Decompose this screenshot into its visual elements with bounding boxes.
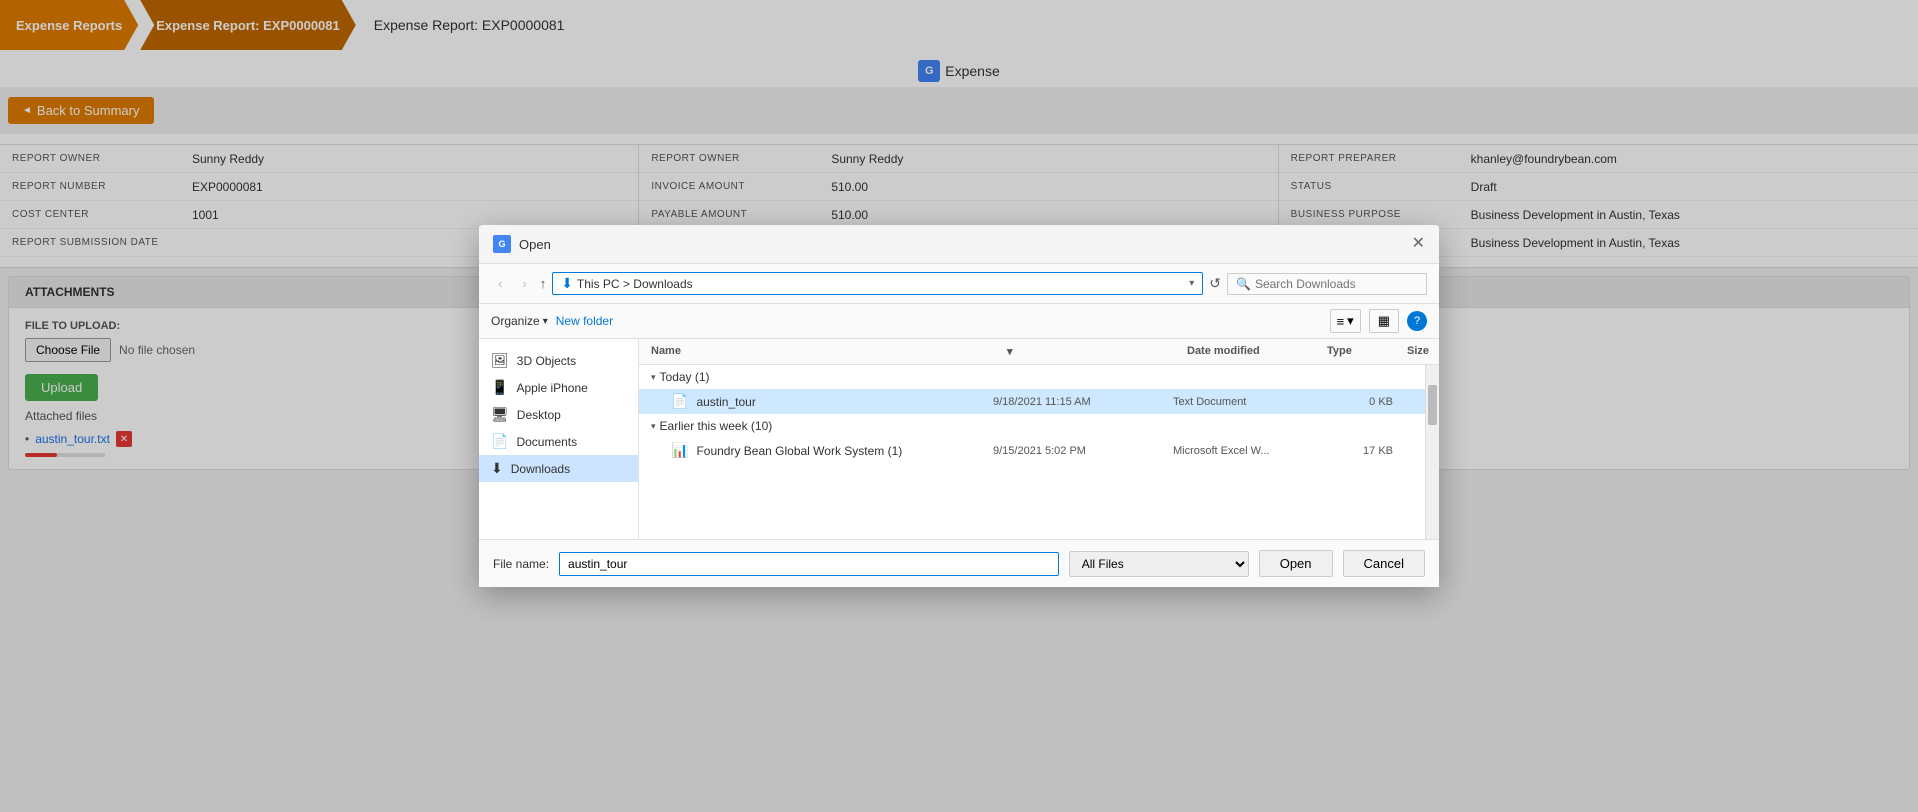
open-button[interactable]: Open: [1259, 550, 1333, 577]
documents-icon: 📄: [491, 433, 508, 450]
help-button[interactable]: ?: [1407, 311, 1427, 331]
3d-objects-icon: 🖼: [491, 352, 509, 369]
file-group-earlier[interactable]: ▾ Earlier this week (10): [639, 414, 1425, 438]
file-size: 0 KB: [1313, 396, 1393, 408]
col-header-type: Type: [1327, 345, 1407, 358]
filetype-select[interactable]: All Files: [1069, 551, 1249, 577]
col-header-size: Size: [1407, 345, 1427, 358]
sidebar-item-apple-iphone[interactable]: 📱 Apple iPhone: [479, 374, 638, 401]
file-dialog: G Open ✕ ‹ › ↑ ⬇ This PC > Downloads ▾ ↺…: [479, 225, 1439, 587]
dialog-overlay: G Open ✕ ‹ › ↑ ⬇ This PC > Downloads ▾ ↺…: [0, 0, 1918, 812]
sidebar-item-downloads[interactable]: ⬇ Downloads: [479, 455, 638, 482]
address-icon: ⬇: [561, 275, 573, 292]
view-icon: ≡: [1337, 314, 1345, 329]
chevron-down-icon: ▾: [651, 372, 656, 383]
dialog-title-icon: G: [493, 235, 511, 253]
file-type: Text Document: [1173, 396, 1313, 408]
dialog-toolbar2: Organize New folder ≡ ▾ ▦ ?: [479, 304, 1439, 339]
dialog-footer: File name: All Files Open Cancel: [479, 539, 1439, 587]
nav-up-button[interactable]: ↑: [540, 276, 547, 291]
address-path: This PC > Downloads: [577, 277, 1185, 291]
downloads-icon: ⬇: [491, 460, 503, 477]
col-header-name: Name: [651, 345, 1007, 358]
address-dropdown-icon: ▾: [1189, 278, 1194, 289]
view-dropdown-icon: ▾: [1347, 313, 1354, 329]
nav-forward-button[interactable]: ›: [515, 272, 533, 295]
table-row[interactable]: 📊 Foundry Bean Global Work System (1) 9/…: [639, 438, 1425, 463]
dialog-close-button[interactable]: ✕: [1412, 236, 1425, 252]
cancel-button[interactable]: Cancel: [1343, 550, 1425, 577]
pane-icon: ▦: [1378, 313, 1390, 328]
nav-back-button[interactable]: ‹: [491, 272, 509, 295]
dialog-file-area: Name ▾ Date modified Type Size ▾ Today (…: [639, 339, 1439, 539]
dialog-sidebar: 🖼 3D Objects 📱 Apple iPhone 🖥 Desktop 📄 …: [479, 339, 639, 539]
table-row[interactable]: 📄 austin_tour 9/18/2021 11:15 AM Text Do…: [639, 389, 1425, 414]
sidebar-item-desktop[interactable]: 🖥 Desktop: [479, 401, 638, 428]
file-name: 📊 Foundry Bean Global Work System (1): [671, 442, 993, 459]
file-type: Microsoft Excel W...: [1173, 445, 1313, 457]
file-date: 9/18/2021 11:15 AM: [993, 396, 1173, 408]
filename-label: File name:: [493, 557, 549, 571]
new-folder-button[interactable]: New folder: [556, 314, 613, 328]
scrollbar-vertical[interactable]: [1425, 365, 1439, 539]
dialog-body: 🖼 3D Objects 📱 Apple iPhone 🖥 Desktop 📄 …: [479, 339, 1439, 539]
dialog-toolbar: ‹ › ↑ ⬇ This PC > Downloads ▾ ↺ 🔍: [479, 264, 1439, 304]
organize-button[interactable]: Organize: [491, 314, 548, 328]
chevron-down-icon: ▾: [651, 421, 656, 432]
file-list-scroll[interactable]: ▾ Today (1) 📄 austin_tour 9/18/2021 11:1…: [639, 365, 1425, 539]
file-size: 17 KB: [1313, 445, 1393, 457]
filename-input[interactable]: [559, 552, 1059, 576]
file-name: 📄 austin_tour: [671, 393, 993, 410]
sidebar-item-documents[interactable]: 📄 Documents: [479, 428, 638, 455]
search-icon: 🔍: [1236, 277, 1251, 291]
file-date: 9/15/2021 5:02 PM: [993, 445, 1173, 457]
search-box[interactable]: 🔍: [1227, 273, 1427, 295]
text-file-icon: 📄: [671, 393, 688, 410]
view-button[interactable]: ≡ ▾: [1330, 309, 1361, 333]
search-input[interactable]: [1255, 277, 1418, 291]
apple-iphone-icon: 📱: [491, 379, 508, 396]
pane-button[interactable]: ▦: [1369, 309, 1399, 333]
sidebar-item-3d-objects[interactable]: 🖼 3D Objects: [479, 347, 638, 374]
file-list-container: ▾ Today (1) 📄 austin_tour 9/18/2021 11:1…: [639, 365, 1439, 539]
dialog-title-text: Open: [519, 237, 1412, 252]
file-group-today[interactable]: ▾ Today (1): [639, 365, 1425, 389]
col-sort-icon: ▾: [1007, 345, 1187, 358]
address-bar[interactable]: ⬇ This PC > Downloads ▾: [552, 272, 1203, 295]
desktop-icon: 🖥: [491, 406, 509, 423]
excel-file-icon: 📊: [671, 442, 688, 459]
dialog-title-bar: G Open ✕: [479, 225, 1439, 264]
scrollbar-thumb: [1428, 385, 1437, 425]
file-list-header: Name ▾ Date modified Type Size: [639, 339, 1439, 365]
col-header-date: Date modified: [1187, 345, 1327, 358]
refresh-button[interactable]: ↺: [1209, 275, 1221, 292]
